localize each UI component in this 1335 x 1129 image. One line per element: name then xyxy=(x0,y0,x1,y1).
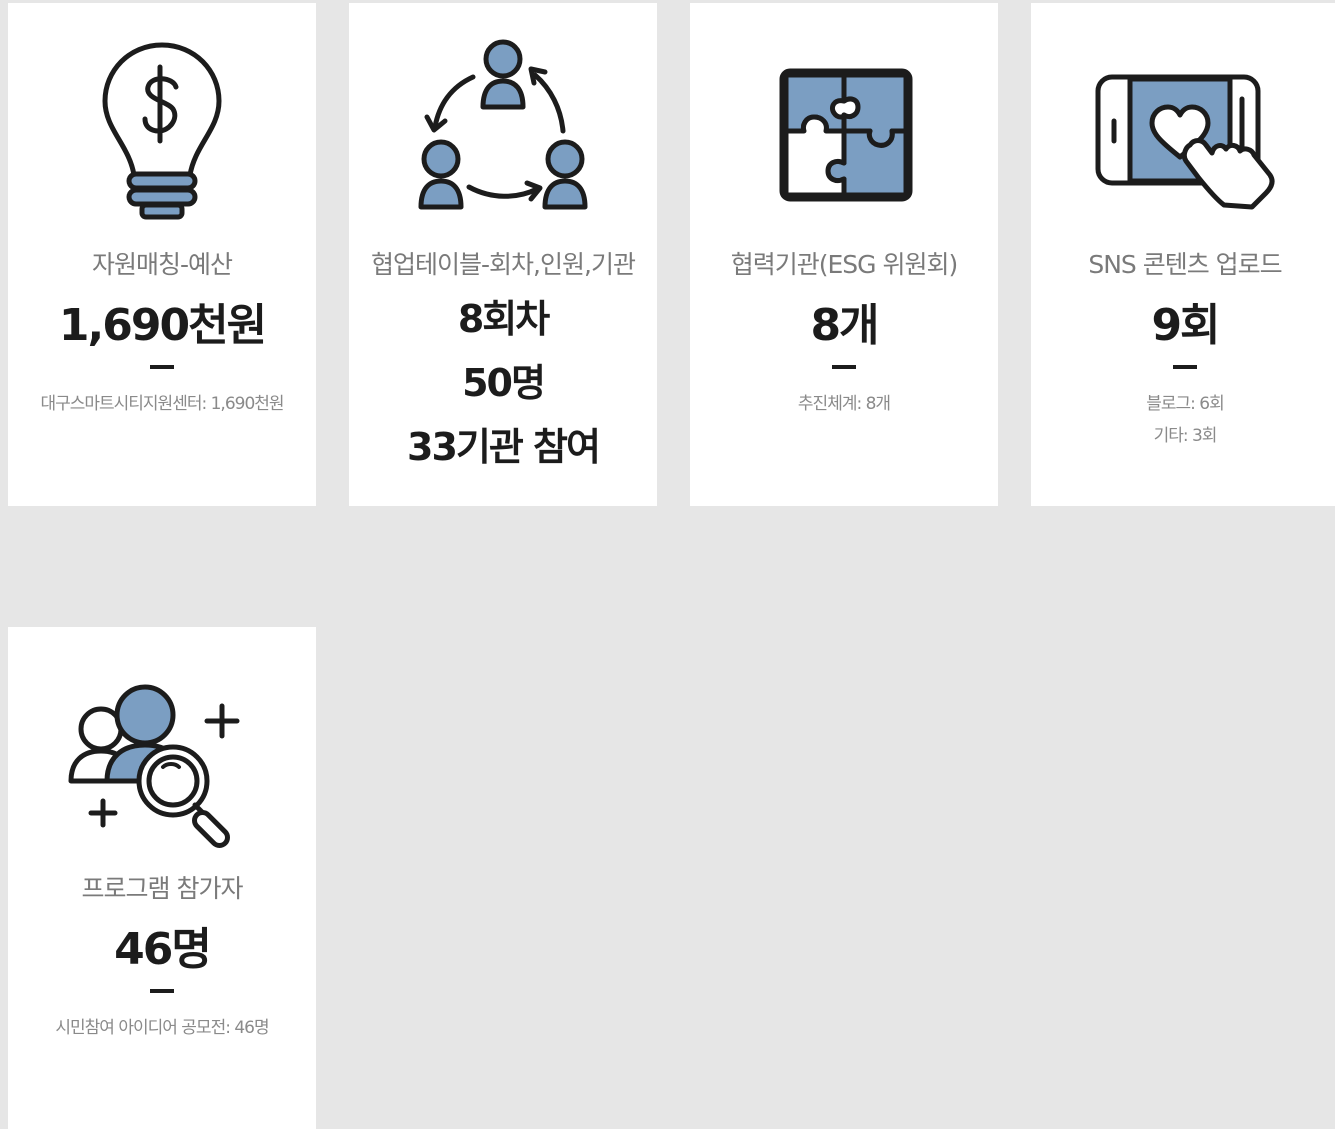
divider-dash xyxy=(150,989,174,993)
stat-card-collaboration: 협업테이블-회차,인원,기관 8회차 50명 33기관 참여 xyxy=(349,3,657,506)
card-label: 협력기관(ESG 위원회) xyxy=(730,250,959,279)
divider-dash xyxy=(150,365,174,369)
puzzle-icon xyxy=(690,37,998,227)
card-detail: 시민참여 아이디어 공모전: 46명 xyxy=(8,1012,316,1044)
card-value: 50명 xyxy=(462,361,546,405)
stat-card-sns: SNS 콘텐츠 업로드 9회 블로그: 6회 기타: 3회 xyxy=(1031,3,1335,506)
card-label: 자원매칭-예산 xyxy=(91,250,233,279)
lightbulb-dollar-icon xyxy=(8,37,316,227)
detail-line: 블로그: 6회 xyxy=(1146,394,1225,414)
card-value: 33기관 참여 xyxy=(407,425,601,469)
detail-line: 추진체계: 8개 xyxy=(797,394,891,414)
divider-dash xyxy=(1173,365,1197,369)
detail-line: 대구스마트시티지원센터: 1,690천원 xyxy=(40,394,284,414)
card-label: SNS 콘텐츠 업로드 xyxy=(1088,250,1282,279)
detail-line: 기타: 3회 xyxy=(1153,426,1218,446)
card-detail: 블로그: 6회 기타: 3회 xyxy=(1031,388,1335,452)
card-label: 협업테이블-회차,인원,기관 xyxy=(371,250,636,279)
collaboration-cycle-icon xyxy=(349,37,657,227)
stat-card-budget: 자원매칭-예산 1,690천원 대구스마트시티지원센터: 1,690천원 xyxy=(8,3,316,506)
stat-card-partners: 협력기관(ESG 위원회) 8개 추진체계: 8개 xyxy=(690,3,998,506)
divider-dash xyxy=(832,365,856,369)
card-detail: 대구스마트시티지원센터: 1,690천원 xyxy=(8,388,316,420)
card-detail: 추진체계: 8개 xyxy=(690,388,998,420)
users-search-icon xyxy=(8,681,316,871)
detail-line: 시민참여 아이디어 공모전: 46명 xyxy=(55,1018,269,1038)
card-value: 8개 xyxy=(810,300,879,351)
card-value: 1,690천원 xyxy=(58,300,267,351)
tablet-heart-icon xyxy=(1031,37,1335,227)
card-value: 46명 xyxy=(114,924,212,975)
card-value: 8회차 xyxy=(457,297,550,341)
card-label: 프로그램 참가자 xyxy=(81,874,244,903)
card-value-list: 8회차 50명 33기관 참여 xyxy=(349,287,657,479)
stat-card-participants: 프로그램 참가자 46명 시민참여 아이디어 공모전: 46명 xyxy=(8,627,316,1129)
card-value: 9회 xyxy=(1151,300,1220,351)
